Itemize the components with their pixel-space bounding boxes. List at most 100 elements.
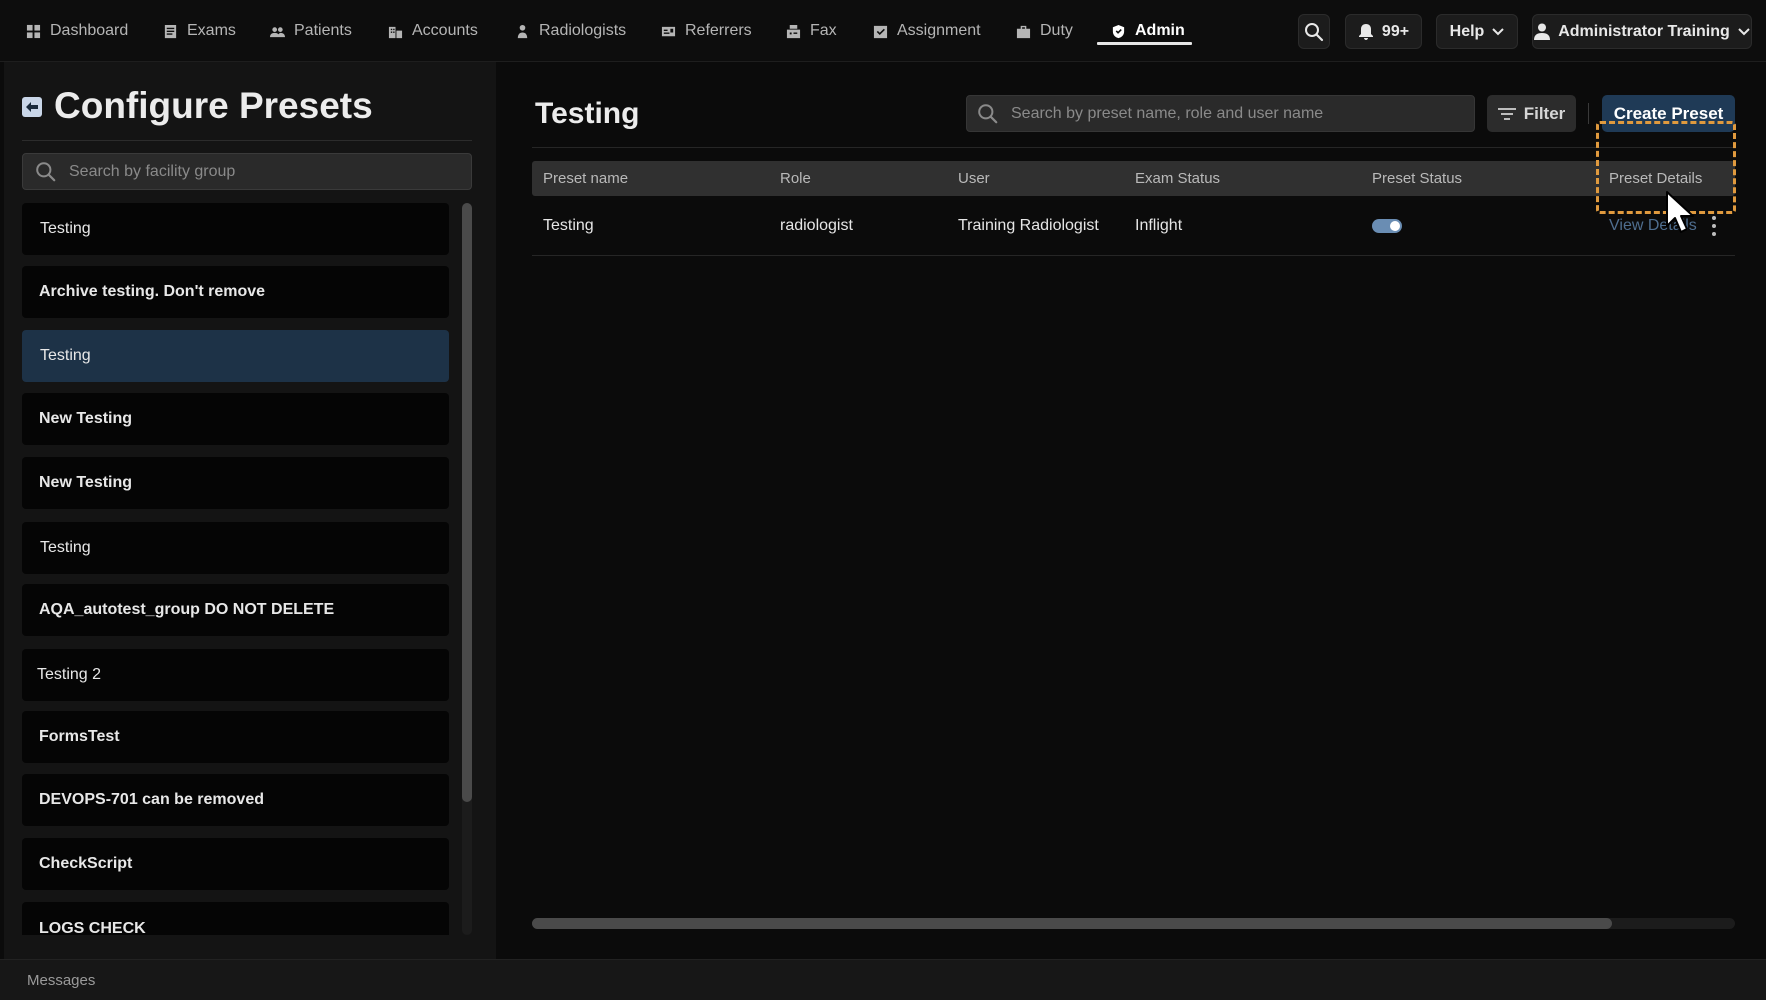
facility-group-search-input[interactable] [69,154,471,189]
nav-patients-label: Patients [294,22,352,39]
nav-fax-label: Fax [810,22,837,39]
top-navigation-bar: Dashboard Exams Patients Accounts Radiol… [0,0,1766,62]
help-dropdown[interactable]: Help [1436,14,1518,49]
admin-shield-icon [1112,24,1125,38]
nav-referrers-label: Referrers [685,22,752,39]
column-header-role: Role [780,170,811,187]
nav-exams[interactable]: Exams [163,0,236,62]
back-button[interactable] [22,97,42,117]
global-search-button[interactable] [1298,14,1330,49]
list-item[interactable]: CheckScript [22,838,449,890]
cell-role: radiologist [780,217,853,234]
active-tab-indicator [1097,42,1192,45]
nav-admin[interactable]: Admin [1111,0,1185,62]
messages-label: Messages [27,972,96,989]
user-menu-dropdown[interactable]: Administrator Training [1532,14,1752,49]
list-item-label: DEVOPS-701 can be removed [39,791,264,808]
nav-duty[interactable]: Duty [1016,0,1073,62]
nav-patients[interactable]: Patients [270,0,352,62]
list-item[interactable]: FormsTest [22,711,449,763]
nav-assignment-label: Assignment [897,22,981,39]
list-item[interactable]: Archive testing. Don't remove [22,266,449,318]
patients-icon [270,26,285,37]
list-item[interactable]: New Testing [22,457,449,509]
list-item[interactable]: DEVOPS-701 can be removed [22,774,449,826]
user-name-label: Administrator Training [1558,22,1730,40]
divider [22,140,472,141]
chevron-down-icon [1738,27,1750,35]
filter-label: Filter [1523,103,1566,123]
nav-dashboard-label: Dashboard [50,22,129,39]
row-more-options-icon[interactable] [1707,214,1721,238]
nav-assignment[interactable]: Assignment [873,0,981,62]
radiologist-icon [517,24,528,38]
exams-icon [164,24,177,38]
list-item-label: LOGS CHECK [39,920,146,935]
preset-search[interactable] [966,95,1475,132]
nav-exams-label: Exams [187,22,236,39]
cell-exam-status: Inflight [1135,217,1183,234]
bell-icon [1358,23,1373,40]
nav-radiologists[interactable]: Radiologists [515,0,626,62]
arrow-left-icon [26,102,38,112]
section-title: Testing [535,97,640,130]
column-header-preset-status: Preset Status [1372,170,1463,187]
list-item-label: CheckScript [39,855,133,872]
toggle-knob [1390,221,1400,231]
cell-preset-name: Testing [543,217,594,234]
nav-referrers[interactable]: Referrers [661,0,752,62]
create-preset-label: Create Preset [1613,103,1724,123]
search-icon [978,103,998,123]
nav-dashboard[interactable]: Dashboard [26,0,128,62]
list-item-label: Testing 2 [37,666,102,683]
page-title: Configure Presets [54,85,373,126]
list-item-label: FormsTest [39,728,120,745]
list-item-selected[interactable]: Testing [22,330,449,382]
table-row: Testing radiologist Training Radiologist… [532,196,1735,256]
nav-fax[interactable]: Fax [786,0,837,62]
duty-icon [1016,25,1031,38]
notifications-count: 99+ [1381,22,1410,40]
column-header-preset-name: Preset name [543,170,629,187]
list-item[interactable]: Testing 2 [22,649,449,701]
fax-icon [786,24,801,38]
toolbar-separator [1588,103,1589,124]
list-scrollbar-thumb[interactable] [462,203,472,802]
list-item[interactable]: New Testing [22,393,449,445]
create-preset-button[interactable]: Create Preset [1602,95,1735,132]
list-item-label: New Testing [39,474,133,491]
list-item[interactable]: Testing [22,203,449,255]
facility-group-search[interactable] [22,153,472,190]
nav-accounts[interactable]: Accounts [388,0,478,62]
preset-search-input[interactable] [1011,96,1474,131]
nav-duty-label: Duty [1040,22,1073,39]
list-item[interactable]: AQA_autotest_group DO NOT DELETE [22,584,449,636]
table-horizontal-scrollbar-thumb[interactable] [532,918,1612,929]
chevron-down-icon [1492,27,1505,35]
help-label: Help [1449,22,1485,40]
filter-icon [1497,107,1516,120]
filter-button[interactable]: Filter [1487,95,1576,132]
preset-status-toggle[interactable] [1372,219,1402,233]
accounts-icon [388,26,403,38]
notifications-button[interactable]: 99+ [1345,14,1422,49]
divider [532,147,1735,148]
search-icon [1305,22,1324,41]
nav-accounts-label: Accounts [412,22,478,39]
list-item[interactable]: Testing [22,522,449,574]
cell-user: Training Radiologist [958,217,1099,234]
assignment-icon [873,25,888,38]
list-item-label: New Testing [39,410,133,427]
messages-bar[interactable]: Messages [0,959,1766,1000]
view-details-link[interactable]: View Details [1609,196,1697,256]
table-header: Preset name Role User Exam Status Preset… [532,161,1735,196]
referrer-icon [661,26,676,36]
nav-radiologists-label: Radiologists [539,22,627,39]
list-item-label: Archive testing. Don't remove [39,283,266,300]
column-header-user: User [958,170,990,187]
list-item-label: Testing [40,220,91,237]
facility-group-list: Testing Archive testing. Don't remove Te… [22,203,449,935]
column-header-preset-details: Preset Details [1609,170,1703,187]
list-item-label: Testing [40,347,91,364]
list-item[interactable]: LOGS CHECK [22,902,449,935]
